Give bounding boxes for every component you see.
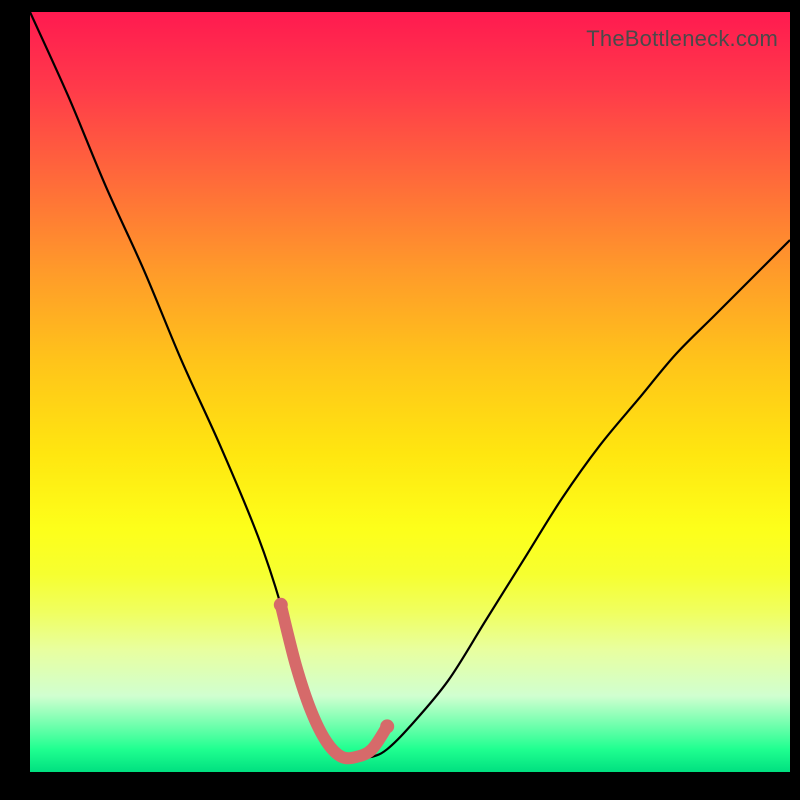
bottleneck-curve-path bbox=[30, 12, 790, 758]
optimal-zone-endpoint bbox=[274, 598, 288, 612]
plot-area: TheBottleneck.com bbox=[30, 12, 790, 772]
optimal-zone-endpoint bbox=[380, 719, 394, 733]
curve-svg bbox=[30, 12, 790, 772]
optimal-zone-path bbox=[281, 605, 387, 758]
chart-frame: TheBottleneck.com bbox=[0, 0, 800, 800]
